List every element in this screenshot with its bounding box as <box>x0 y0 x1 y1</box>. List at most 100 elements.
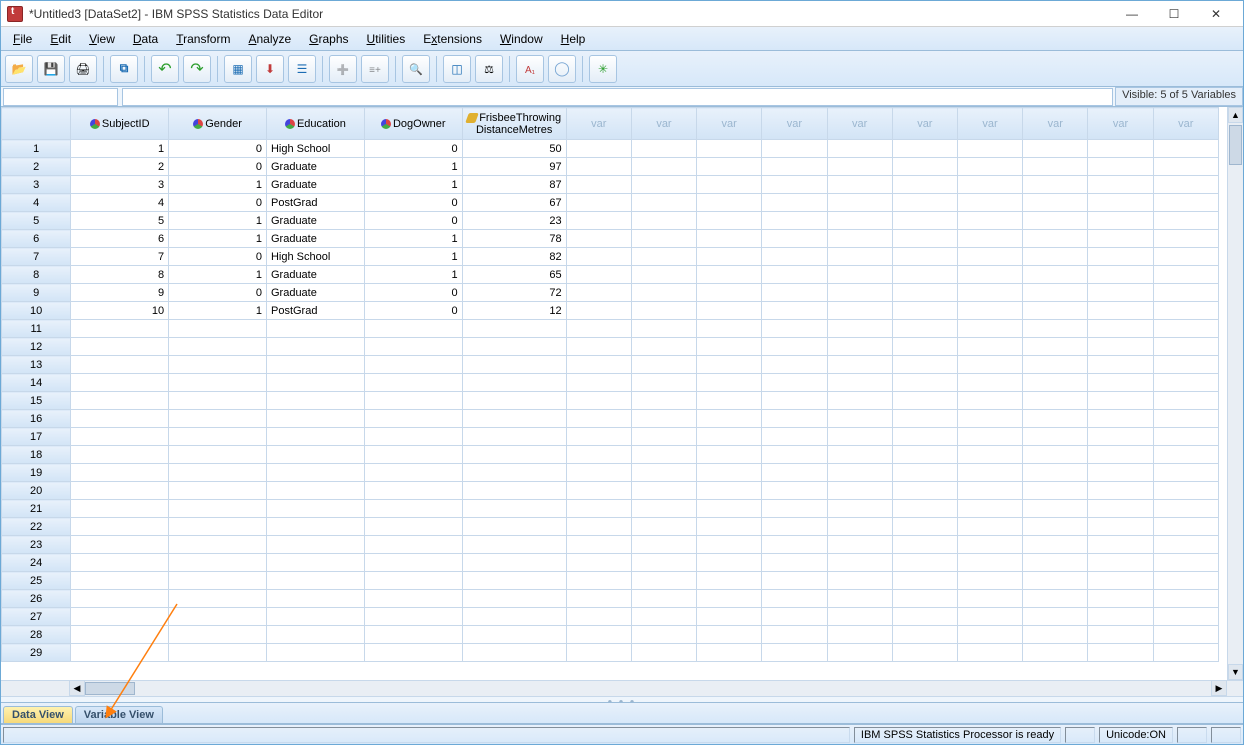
empty-cell[interactable] <box>957 410 1022 428</box>
empty-cell[interactable] <box>762 536 827 554</box>
cell[interactable]: 87 <box>462 176 566 194</box>
empty-cell[interactable] <box>762 446 827 464</box>
empty-cell[interactable] <box>697 140 762 158</box>
empty-cell[interactable] <box>892 608 957 626</box>
cell[interactable]: 1 <box>364 248 462 266</box>
tab-variable-view[interactable]: Variable View <box>75 706 163 723</box>
cell[interactable] <box>364 374 462 392</box>
empty-cell[interactable] <box>697 248 762 266</box>
cell[interactable]: 5 <box>71 212 169 230</box>
empty-cell[interactable] <box>697 158 762 176</box>
empty-cell[interactable] <box>762 302 827 320</box>
minimize-button[interactable]: — <box>1111 2 1153 26</box>
empty-cell[interactable] <box>762 410 827 428</box>
cell[interactable] <box>462 626 566 644</box>
empty-cell[interactable] <box>1088 482 1153 500</box>
cell[interactable] <box>169 518 267 536</box>
empty-cell[interactable] <box>697 554 762 572</box>
empty-cell[interactable] <box>1023 194 1088 212</box>
empty-cell[interactable] <box>697 626 762 644</box>
empty-cell[interactable] <box>827 536 892 554</box>
empty-cell[interactable] <box>957 446 1022 464</box>
cell[interactable] <box>266 338 364 356</box>
empty-cell[interactable] <box>762 644 827 662</box>
empty-cell[interactable] <box>892 212 957 230</box>
vertical-scrollbar[interactable]: ▲ ▼ <box>1227 107 1243 680</box>
cell[interactable]: 23 <box>462 212 566 230</box>
toolbar-run-desc2-button[interactable] <box>361 55 389 83</box>
empty-cell[interactable] <box>762 176 827 194</box>
toolbar-recall-dialog-button[interactable] <box>110 55 138 83</box>
empty-cell[interactable] <box>762 194 827 212</box>
menu-window[interactable]: Window <box>492 30 551 48</box>
cell[interactable] <box>169 356 267 374</box>
empty-cell[interactable] <box>566 392 631 410</box>
empty-cell[interactable] <box>566 230 631 248</box>
empty-cell[interactable] <box>957 572 1022 590</box>
empty-cell[interactable] <box>1023 212 1088 230</box>
cell[interactable] <box>364 392 462 410</box>
cell[interactable]: 4 <box>71 194 169 212</box>
cell[interactable]: 1 <box>364 158 462 176</box>
cell[interactable] <box>71 626 169 644</box>
cell[interactable] <box>364 608 462 626</box>
horizontal-scroll-thumb[interactable] <box>85 682 135 695</box>
empty-cell[interactable] <box>892 266 957 284</box>
cell[interactable] <box>169 482 267 500</box>
empty-cell[interactable] <box>1023 158 1088 176</box>
cell[interactable] <box>266 536 364 554</box>
name-box[interactable] <box>3 88 118 106</box>
empty-cell[interactable] <box>892 518 957 536</box>
cell[interactable] <box>462 590 566 608</box>
cell[interactable] <box>71 608 169 626</box>
toolbar-find-button[interactable] <box>402 55 430 83</box>
cell[interactable] <box>266 518 364 536</box>
cell[interactable] <box>462 518 566 536</box>
cell[interactable] <box>71 554 169 572</box>
empty-cell[interactable] <box>762 320 827 338</box>
splitter-handle[interactable]: ● ● ● <box>1 696 1243 702</box>
cell[interactable]: 97 <box>462 158 566 176</box>
empty-cell[interactable] <box>957 230 1022 248</box>
empty-cell[interactable] <box>566 320 631 338</box>
empty-cell[interactable] <box>957 194 1022 212</box>
empty-cell[interactable] <box>892 320 957 338</box>
cell[interactable] <box>169 374 267 392</box>
empty-cell[interactable] <box>1153 302 1218 320</box>
row-header[interactable]: 17 <box>2 428 71 446</box>
empty-cell[interactable] <box>566 176 631 194</box>
cell[interactable]: 0 <box>364 194 462 212</box>
empty-cell[interactable] <box>566 500 631 518</box>
empty-cell[interactable] <box>697 374 762 392</box>
toolbar-undo-button[interactable] <box>151 55 179 83</box>
cell[interactable] <box>364 500 462 518</box>
empty-cell[interactable] <box>1088 338 1153 356</box>
empty-cell[interactable] <box>566 554 631 572</box>
cell[interactable] <box>71 644 169 662</box>
cell[interactable] <box>462 608 566 626</box>
empty-cell[interactable] <box>1023 302 1088 320</box>
empty-cell[interactable] <box>762 464 827 482</box>
empty-cell[interactable] <box>892 626 957 644</box>
cell[interactable] <box>169 320 267 338</box>
empty-cell[interactable] <box>631 392 696 410</box>
empty-cell[interactable] <box>762 572 827 590</box>
row-header[interactable]: 4 <box>2 194 71 212</box>
empty-cell[interactable] <box>697 338 762 356</box>
scroll-left-arrow[interactable]: ◀ <box>69 680 85 696</box>
empty-cell[interactable] <box>827 554 892 572</box>
menu-help[interactable]: Help <box>553 30 594 48</box>
empty-cell[interactable] <box>631 266 696 284</box>
empty-cell[interactable] <box>957 266 1022 284</box>
empty-cell[interactable] <box>1023 176 1088 194</box>
empty-cell[interactable] <box>1088 176 1153 194</box>
cell[interactable]: 12 <box>462 302 566 320</box>
cell[interactable] <box>71 338 169 356</box>
empty-cell[interactable] <box>1023 500 1088 518</box>
cell[interactable] <box>169 338 267 356</box>
empty-cell[interactable] <box>762 266 827 284</box>
empty-cell[interactable] <box>1153 518 1218 536</box>
row-header[interactable]: 25 <box>2 572 71 590</box>
cell[interactable]: 0 <box>364 302 462 320</box>
empty-cell[interactable] <box>1023 644 1088 662</box>
